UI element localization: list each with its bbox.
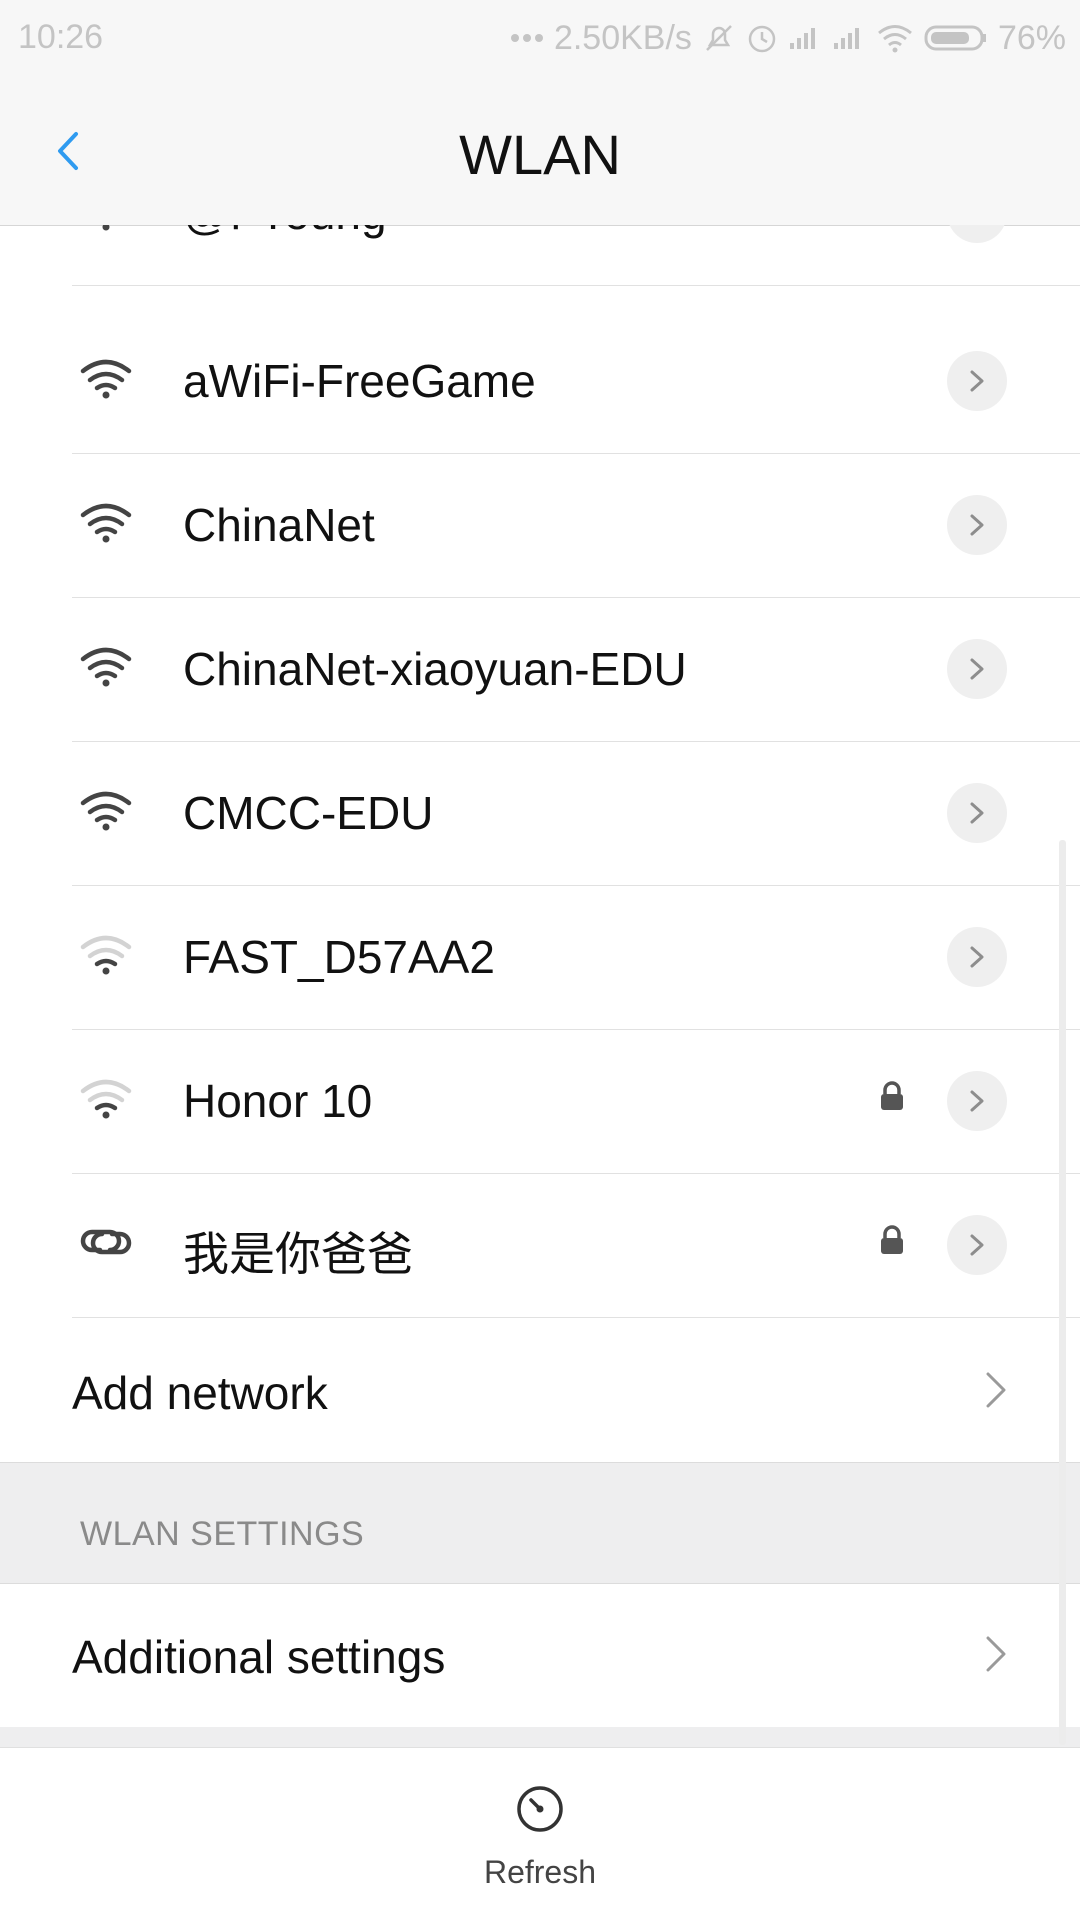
network-details-button[interactable] (947, 639, 1007, 699)
signal-icon (832, 25, 866, 51)
list-footer-gap (0, 1727, 1080, 1747)
add-network-label: Add network (72, 1367, 328, 1419)
network-speed: 2.50KB/s (553, 18, 692, 57)
network-row[interactable]: ChinaNet (72, 454, 1080, 598)
wifi-icon (876, 23, 914, 53)
refresh-icon (517, 1786, 563, 1832)
wifi-strong-icon (80, 791, 132, 831)
network-row[interactable]: @f-Young (72, 225, 1080, 286)
more-dots-icon (510, 33, 544, 43)
chevron-right-icon (970, 658, 984, 680)
network-details-button[interactable] (947, 225, 1007, 243)
chevron-right-icon (965, 225, 989, 227)
network-name: CMCC-EDU (183, 787, 434, 839)
chevron-right-icon (970, 1234, 984, 1256)
refresh-label: Refresh (483, 1854, 597, 1890)
chevron-right-icon (970, 514, 984, 536)
network-name: @f-Young (183, 225, 387, 240)
wlan-settings-section-header: WLAN SETTINGS (0, 1462, 1080, 1584)
add-network-row[interactable]: Add network (0, 1320, 1080, 1461)
additional-settings-label: Additional settings (72, 1631, 446, 1683)
bottom-action-bar: Refresh (0, 1747, 1080, 1921)
signal-icon (788, 25, 822, 51)
wifi-strong-icon (80, 503, 132, 543)
network-details-button[interactable] (947, 1071, 1007, 1131)
network-details-button[interactable] (947, 1215, 1007, 1275)
lock-icon (881, 1225, 903, 1254)
wifi-strong-icon (80, 359, 132, 399)
network-details-button[interactable] (947, 351, 1007, 411)
network-name: 我是你爸爸 (183, 1228, 413, 1280)
section-label: WLAN SETTINGS (80, 1515, 365, 1553)
app-header: WLAN (0, 76, 1080, 226)
wifi-weak-icon (80, 1079, 132, 1119)
additional-settings-row[interactable]: Additional settings (0, 1584, 1080, 1725)
network-details-button[interactable] (947, 495, 1007, 555)
network-row[interactable]: FAST_D57AA2 (72, 886, 1080, 1030)
network-details-button[interactable] (947, 783, 1007, 843)
wifi-strong-icon (102, 225, 110, 231)
chevron-right-icon (970, 802, 984, 824)
network-name: aWiFi-FreeGame (183, 355, 536, 407)
scrollbar[interactable] (1059, 840, 1066, 1745)
chevron-right-icon (986, 1636, 1006, 1672)
battery-icon (924, 24, 988, 52)
status-icons: 2.50KB/s 76% (500, 14, 1066, 62)
chevron-right-icon (970, 370, 984, 392)
wifi-strong-icon (80, 647, 132, 687)
mute-icon (702, 21, 736, 55)
chevron-right-icon (970, 1090, 984, 1112)
refresh-button[interactable]: Refresh (460, 1784, 620, 1904)
network-name: Honor 10 (183, 1075, 373, 1127)
network-name: ChinaNet (183, 499, 375, 551)
network-row[interactable]: 我是你爸爸 (72, 1174, 1080, 1318)
wifi-weak-icon (80, 935, 132, 975)
network-name: ChinaNet-xiaoyuan-EDU (183, 643, 687, 695)
status-time: 10:26 (18, 18, 104, 56)
status-bar: 10:26 2.50KB/s 76% (0, 0, 1080, 76)
battery-percent: 76% (997, 18, 1066, 57)
network-row[interactable]: aWiFi-FreeGame (72, 310, 1080, 454)
network-row[interactable]: ChinaNet-xiaoyuan-EDU (72, 598, 1080, 742)
page-title: WLAN (459, 123, 621, 186)
chevron-right-icon (970, 946, 984, 968)
link-icon (80, 1229, 132, 1255)
network-row[interactable]: CMCC-EDU (72, 742, 1080, 886)
lock-icon (881, 1081, 903, 1110)
network-row[interactable]: Honor 10 (72, 1030, 1080, 1174)
chevron-right-icon (986, 1372, 1006, 1408)
network-details-button[interactable] (947, 927, 1007, 987)
alarm-icon (746, 21, 778, 55)
network-name: FAST_D57AA2 (183, 931, 495, 983)
